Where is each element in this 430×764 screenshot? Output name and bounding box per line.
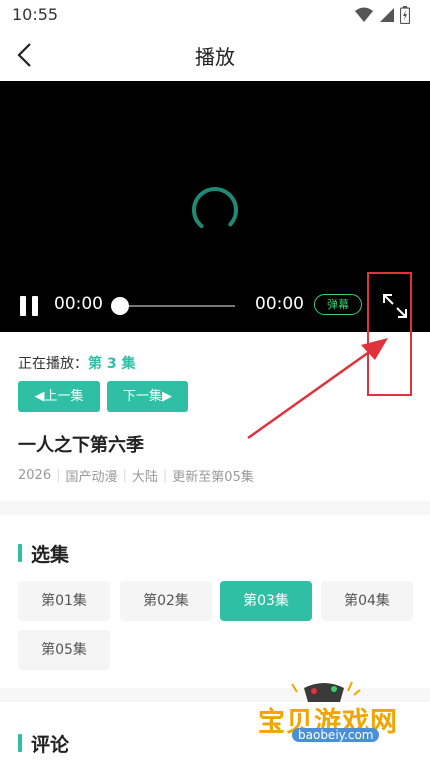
show-meta: 2026 | 国产动漫 | 大陆 | 更新至第05集 <box>18 468 254 485</box>
pause-button[interactable] <box>20 296 40 316</box>
danmu-toggle-button[interactable]: 弹幕 <box>314 294 362 315</box>
episode-item[interactable]: 第05集 <box>18 630 110 670</box>
meta-region: 大陆 <box>131 470 158 485</box>
watermark-url: baobeiy.com <box>292 728 380 742</box>
comments-section-header: 评论 <box>18 732 70 756</box>
status-bar: 10:55 <box>0 0 430 30</box>
show-title: 一人之下第六季 <box>18 435 144 456</box>
meta-genre: 国产动漫 <box>65 470 118 485</box>
battery-icon <box>400 6 410 24</box>
page-title: 播放 <box>195 45 235 69</box>
nav-bar: 播放 <box>0 30 430 80</box>
now-playing: 正在播放：第 3 集 <box>18 353 136 373</box>
loading-spinner-icon <box>192 187 238 233</box>
episode-item-selected[interactable]: 第03集 <box>220 581 312 621</box>
pause-icon <box>20 296 26 316</box>
episode-item[interactable]: 第02集 <box>120 581 212 621</box>
signal-icon <box>380 8 394 22</box>
previous-episode-button[interactable]: ◀上一集 <box>18 381 100 412</box>
next-episode-button[interactable]: 下一集▶ <box>107 381 188 412</box>
comments-heading: 评论 <box>31 733 70 756</box>
meta-year: 2026 <box>18 468 52 483</box>
total-time: 00:00 <box>255 294 304 314</box>
section-divider <box>0 501 430 515</box>
player-controls: 00:00 00:00 弹幕 <box>0 288 430 322</box>
episode-item[interactable]: 第04集 <box>321 581 413 621</box>
now-playing-label: 正在播放： <box>18 356 88 372</box>
current-episode: 第 3 集 <box>88 356 136 372</box>
seek-bar[interactable] <box>118 305 235 307</box>
episodes-heading: 选集 <box>31 543 70 566</box>
episode-item[interactable]: 第01集 <box>18 581 110 621</box>
episodes-section-header: 选集 <box>18 542 70 566</box>
watermark-logo: 宝贝游戏网 baobeiy.com <box>252 676 402 761</box>
meta-update-status: 更新至第05集 <box>172 470 254 485</box>
wifi-icon <box>355 7 373 22</box>
status-icons <box>355 6 410 24</box>
status-time: 10:55 <box>12 5 59 24</box>
video-player[interactable]: 00:00 00:00 弹幕 <box>0 81 430 332</box>
current-time: 00:00 <box>54 294 103 314</box>
seek-thumb[interactable] <box>111 297 129 315</box>
annotation-arrow-icon <box>247 338 388 440</box>
